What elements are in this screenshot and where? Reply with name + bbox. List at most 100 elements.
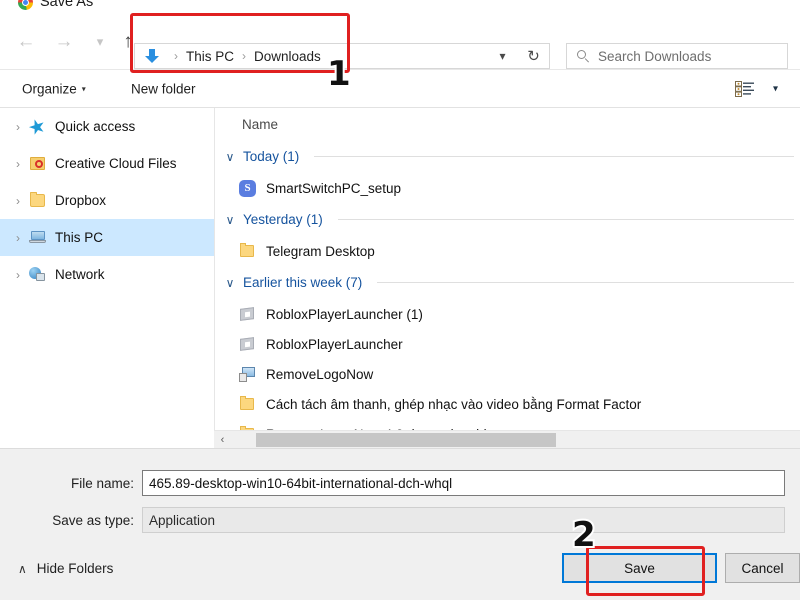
organize-button[interactable]: Organize ▾ (22, 82, 86, 97)
recent-locations-chevron-down-icon[interactable]: ▾ (86, 27, 114, 55)
hide-folders-label: Hide Folders (37, 561, 114, 576)
address-breadcrumb-bar[interactable]: › This PC › Downloads (134, 43, 516, 69)
folder-icon (26, 192, 50, 210)
downloads-arrow-icon (144, 48, 160, 64)
chevron-down-icon: ▾ (82, 85, 86, 94)
sidebar-item-dropbox[interactable]: › Dropbox (0, 182, 214, 219)
annotation-marker-2: 2 (572, 518, 596, 552)
group-divider (338, 219, 794, 220)
list-item[interactable]: RobloxPlayerLauncher (1) (215, 299, 800, 329)
group-header-today[interactable]: ∨ Today (1) (215, 140, 800, 173)
list-item[interactable]: Cách tách âm thanh, ghép nhạc vào video … (215, 389, 800, 419)
details-view-icon[interactable] (735, 81, 755, 97)
organize-label: Organize (22, 82, 77, 97)
title-bar: Save As (0, 0, 800, 13)
this-pc-icon (26, 229, 50, 247)
window-title: Save As (40, 0, 93, 10)
annotation-marker-1: 1 (327, 57, 351, 91)
file-name-label: RobloxPlayerLauncher (266, 337, 403, 352)
list-item[interactable]: RemoveLogoNow (215, 359, 800, 389)
navigation-bar: ← → ▾ ↑ › This PC › Downloads ▾ ↻ Search… (0, 13, 800, 70)
address-chevron-down-icon[interactable]: ▾ (487, 43, 519, 69)
group-divider (314, 156, 794, 157)
new-folder-label: New folder (131, 82, 196, 97)
chrome-icon (18, 0, 33, 10)
save-button[interactable]: Save (562, 553, 717, 583)
view-chevron-down-icon[interactable]: ▾ (773, 84, 778, 95)
file-name-label: File name: (0, 476, 142, 491)
sidebar-item-this-pc[interactable]: › This PC (0, 219, 214, 256)
breadcrumb-item-this-pc[interactable]: This PC (186, 49, 234, 64)
smartswitch-app-icon: S (238, 179, 257, 198)
sidebar-item-creative-cloud-files[interactable]: › Creative Cloud Files (0, 145, 214, 182)
search-input[interactable]: Search Downloads (566, 43, 788, 69)
sidebar-item-label: Creative Cloud Files (55, 156, 177, 171)
chevron-right-icon[interactable]: › (10, 157, 26, 171)
horizontal-scrollbar[interactable]: ‹ (214, 430, 800, 448)
save-as-type-label: Save as type: (0, 513, 142, 528)
breadcrumb-separator: › (234, 49, 254, 63)
chevron-right-icon[interactable]: › (10, 194, 26, 208)
file-name-label: Telegram Desktop (266, 244, 375, 259)
group-label: Today (1) (243, 149, 299, 164)
list-item[interactable]: S SmartSwitchPC_setup (215, 173, 800, 203)
file-name-label: RobloxPlayerLauncher (1) (266, 307, 423, 322)
save-as-type-select[interactable]: Application (142, 507, 785, 533)
sidebar-item-label: Dropbox (55, 193, 106, 208)
group-label: Earlier this week (7) (243, 275, 362, 290)
refresh-icon[interactable]: ↻ (518, 43, 550, 69)
file-name-label: SmartSwitchPC_setup (266, 181, 401, 196)
sidebar-item-network[interactable]: › Network (0, 256, 214, 293)
search-icon (577, 50, 590, 63)
list-item[interactable]: Telegram Desktop (215, 236, 800, 266)
chevron-right-icon[interactable]: › (10, 268, 26, 282)
sidebar-item-label: Network (55, 267, 105, 282)
msi-installer-icon (238, 365, 257, 384)
file-name-label: Cách tách âm thanh, ghép nhạc vào video … (266, 397, 641, 412)
command-toolbar: Organize ▾ New folder ▾ (0, 70, 800, 108)
forward-icon[interactable]: → (50, 27, 78, 55)
column-header-name[interactable]: Name (215, 108, 800, 140)
group-header-yesterday[interactable]: ∨ Yesterday (1) (215, 203, 800, 236)
chevron-down-icon[interactable]: ∨ (224, 213, 236, 227)
group-label: Yesterday (1) (243, 212, 323, 227)
save-as-type-row: Save as type: Application (0, 507, 785, 533)
search-placeholder: Search Downloads (598, 49, 711, 64)
file-name-input[interactable]: 465.89-desktop-win10-64bit-international… (142, 470, 785, 496)
file-name-label: RemoveLogoNow (266, 367, 373, 382)
group-divider (377, 282, 794, 283)
chevron-right-icon[interactable]: › (10, 120, 26, 134)
chevron-right-icon[interactable]: › (10, 231, 26, 245)
chevron-down-icon[interactable]: ∨ (224, 276, 236, 290)
cancel-button[interactable]: Cancel (725, 553, 800, 583)
new-folder-button[interactable]: New folder (131, 82, 196, 97)
main-content: › Quick access › Creative Cloud Files › … (0, 108, 800, 448)
list-item[interactable]: RobloxPlayerLauncher (215, 329, 800, 359)
breadcrumb-item-downloads[interactable]: Downloads (254, 49, 321, 64)
sidebar-item-label: This PC (55, 230, 103, 245)
creative-cloud-icon (26, 155, 50, 173)
group-header-earlier-this-week[interactable]: ∨ Earlier this week (7) (215, 266, 800, 299)
chevron-up-icon: ∧ (18, 562, 27, 576)
navigation-pane: › Quick access › Creative Cloud Files › … (0, 108, 214, 448)
star-icon (26, 118, 50, 136)
chevron-down-icon[interactable]: ∨ (224, 150, 236, 164)
file-list-pane: Name ∨ Today (1) S SmartSwitchPC_setup ∨… (214, 108, 800, 448)
roblox-app-icon (238, 305, 257, 324)
breadcrumb-separator: › (166, 49, 186, 63)
back-icon[interactable]: ← (12, 27, 40, 55)
roblox-app-icon (238, 335, 257, 354)
network-icon (26, 266, 50, 284)
folder-icon (238, 395, 257, 414)
scrollbar-thumb[interactable] (256, 433, 556, 447)
breadcrumb: › This PC › Downloads (135, 48, 321, 64)
file-name-row: File name: 465.89-desktop-win10-64bit-in… (0, 470, 785, 496)
save-as-dialog: Save As ← → ▾ ↑ › This PC › Downloads ▾ … (0, 0, 800, 600)
title-row: Save As (18, 0, 93, 10)
folder-icon (238, 242, 257, 261)
hide-folders-button[interactable]: ∧ Hide Folders (18, 561, 113, 576)
sidebar-item-quick-access[interactable]: › Quick access (0, 108, 214, 145)
scroll-left-chevron-left-icon[interactable]: ‹ (214, 431, 231, 448)
app-icon-glyph: S (239, 180, 256, 197)
sidebar-item-label: Quick access (55, 119, 135, 134)
